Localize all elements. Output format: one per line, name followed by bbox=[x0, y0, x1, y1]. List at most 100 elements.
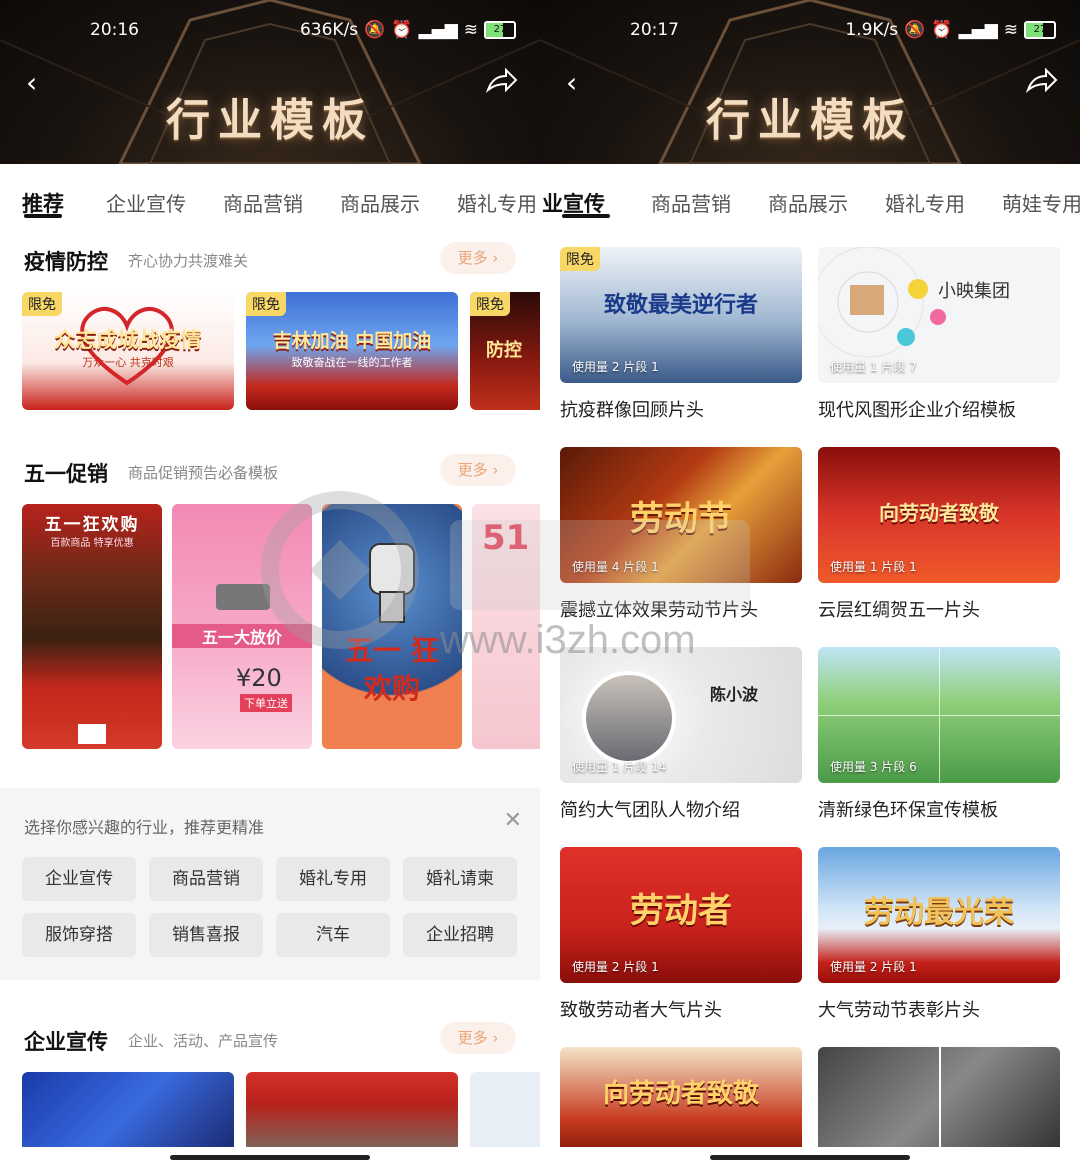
template-card[interactable]: 劳动最光荣 使用量 2 片段 1 bbox=[818, 847, 1060, 983]
interest-chip[interactable]: 企业宣传 bbox=[22, 857, 136, 901]
template-card[interactable] bbox=[470, 1072, 540, 1152]
interest-chip[interactable]: 企业招聘 bbox=[403, 913, 517, 957]
usage-count: 使用量 2 片段 1 bbox=[572, 960, 659, 974]
card-art-text: 劳动节 bbox=[630, 499, 732, 539]
usage-count: 使用量 3 片段 6 bbox=[830, 760, 917, 774]
more-button-mayday[interactable]: 更多 › bbox=[440, 454, 516, 486]
gesture-bar bbox=[540, 1147, 1080, 1169]
interest-chip[interactable]: 汽车 bbox=[276, 913, 390, 957]
template-card[interactable]: 劳动节 使用量 4 片段 1 bbox=[560, 447, 802, 583]
template-card[interactable]: 51 bbox=[472, 504, 540, 749]
template-card[interactable]: 五一 狂欢购 bbox=[322, 504, 462, 749]
status-bar: 20:16 636K/s 🔕 ⏰ ▂▄▆ ≋ 27 bbox=[0, 18, 540, 44]
home-indicator[interactable] bbox=[170, 1155, 370, 1160]
template-card[interactable]: 使用量 3 片段 6 bbox=[818, 647, 1060, 783]
section-subtitle-epidemic: 齐心协力共渡难关 bbox=[128, 252, 249, 270]
interest-chip[interactable]: 婚礼请柬 bbox=[403, 857, 517, 901]
free-badge: 限免 bbox=[560, 247, 600, 271]
template-card[interactable] bbox=[246, 1072, 458, 1152]
template-card[interactable]: 小映集团 使用量 1 片段 7 bbox=[818, 247, 1060, 383]
card-price: ¥20 bbox=[236, 664, 282, 692]
category-tabs: 推荐 企业宣传 商品营销 商品展示 婚礼专用 bbox=[0, 164, 540, 236]
template-title[interactable]: 现代风图形企业介绍模板 bbox=[818, 396, 1016, 422]
tab-wedding[interactable]: 婚礼专用 bbox=[885, 188, 965, 217]
template-card[interactable]: 陈小波 使用量 1 片段 14 bbox=[560, 647, 802, 783]
header-banner: 20:17 1.9K/s 🔕 ⏰ ▂▄▆ ≋ 27 ‹ 行业模板 bbox=[540, 0, 1080, 164]
card-art-text: 向劳动者致敬 bbox=[602, 1079, 759, 1109]
card-art-text: 陈小波 bbox=[710, 685, 759, 704]
gesture-bar bbox=[0, 1147, 540, 1169]
template-card[interactable]: 五一狂欢购 百款商品 特享优惠 bbox=[22, 504, 162, 749]
interest-chip[interactable]: 销售喜报 bbox=[149, 913, 263, 957]
signal-icon: ▂▄▆ bbox=[418, 20, 458, 40]
template-card[interactable]: 限免 致敬最美逆行者 使用量 2 片段 1 bbox=[560, 247, 802, 383]
card-subtitle: 下单立送 bbox=[240, 694, 292, 712]
battery-icon: 27 bbox=[1024, 21, 1056, 39]
usage-count: 使用量 1 片段 1 bbox=[830, 560, 917, 574]
template-card[interactable]: 限免 防控 bbox=[470, 292, 540, 410]
interest-chip[interactable]: 婚礼专用 bbox=[276, 857, 390, 901]
more-button-enterprise[interactable]: 更多 › bbox=[440, 1022, 516, 1054]
template-card[interactable]: 限免 众志成城战疫情 万众一心 共克时艰 bbox=[22, 292, 234, 410]
free-badge: 限免 bbox=[246, 292, 286, 316]
tab-kids[interactable]: 萌娃专用 bbox=[1002, 188, 1080, 217]
interest-chip[interactable]: 服饰穿搭 bbox=[22, 913, 136, 957]
tab-display[interactable]: 商品展示 bbox=[768, 188, 848, 217]
tab-marketing[interactable]: 商品营销 bbox=[651, 188, 731, 217]
template-title[interactable]: 大气劳动节表彰片头 bbox=[818, 996, 980, 1022]
card-subtitle: 致敬奋战在一线的工作者 bbox=[291, 356, 413, 369]
signal-icon: ▂▄▆ bbox=[958, 20, 998, 40]
mute-icon: 🔕 bbox=[364, 20, 386, 40]
template-title[interactable]: 震撼立体效果劳动节片头 bbox=[560, 596, 758, 622]
wifi-icon: ≋ bbox=[463, 20, 478, 40]
template-title[interactable]: 云层红绸贺五一片头 bbox=[818, 596, 980, 622]
template-title[interactable]: 清新绿色环保宣传模板 bbox=[818, 796, 998, 822]
template-card[interactable]: 五一大放价 ¥20 下单立送 bbox=[172, 504, 312, 749]
section-subtitle-enterprise: 企业、活动、产品宣传 bbox=[128, 1032, 279, 1050]
divider bbox=[939, 1047, 941, 1151]
qr-code bbox=[78, 724, 106, 744]
section-title-enterprise: 企业宣传 bbox=[24, 1030, 108, 1054]
template-card[interactable] bbox=[22, 1072, 234, 1152]
template-card[interactable] bbox=[818, 1047, 1060, 1151]
battery-icon: 27 bbox=[484, 21, 516, 39]
section-subtitle-mayday: 商品促销预告必备模板 bbox=[128, 464, 279, 482]
status-time: 20:17 bbox=[630, 20, 679, 40]
usage-count: 使用量 1 片段 14 bbox=[572, 760, 667, 774]
divider bbox=[818, 715, 1060, 716]
interest-hint: 选择你感兴趣的行业，推荐更精准 bbox=[24, 818, 265, 837]
tab-marketing[interactable]: 商品营销 bbox=[223, 188, 303, 217]
template-title[interactable]: 致敬劳动者大气片头 bbox=[560, 996, 722, 1022]
tab-indicator bbox=[562, 214, 610, 218]
close-icon[interactable]: ✕ bbox=[504, 808, 522, 833]
interest-panel: 选择你感兴趣的行业，推荐更精准 ✕ 企业宣传 商品营销 婚礼专用 婚礼请柬 服饰… bbox=[0, 788, 540, 980]
alarm-icon: ⏰ bbox=[391, 20, 413, 40]
avatar bbox=[582, 671, 676, 765]
home-indicator[interactable] bbox=[710, 1155, 910, 1160]
tab-display[interactable]: 商品展示 bbox=[340, 188, 420, 217]
net-speed: 636K/s bbox=[299, 20, 359, 40]
tab-enterprise[interactable]: 企业宣传 bbox=[106, 188, 186, 217]
pouch-art bbox=[216, 584, 270, 610]
header-banner: 20:16 636K/s 🔕 ⏰ ▂▄▆ ≋ 27 ‹ 行业模板 bbox=[0, 0, 540, 164]
more-button-epidemic[interactable]: 更多 › bbox=[440, 242, 516, 274]
template-card[interactable]: 向劳动者致敬 使用量 1 片段 1 bbox=[818, 447, 1060, 583]
interest-chip[interactable]: 商品营销 bbox=[149, 857, 263, 901]
template-card[interactable]: 限免 吉林加油 中国加油 致敬奋战在一线的工作者 bbox=[246, 292, 458, 410]
tab-indicator bbox=[24, 214, 62, 218]
card-art-text: 劳动者 bbox=[630, 891, 732, 931]
right-screen: 20:17 1.9K/s 🔕 ⏰ ▂▄▆ ≋ 27 ‹ 行业模板 业宣传 商品营… bbox=[540, 0, 1080, 1169]
usage-count: 使用量 4 片段 1 bbox=[572, 560, 659, 574]
wifi-icon: ≋ bbox=[1003, 20, 1018, 40]
template-title[interactable]: 抗疫群像回顾片头 bbox=[560, 396, 704, 422]
card-title: 五一大放价 bbox=[172, 624, 312, 648]
card-art-text: 小映集团 bbox=[938, 281, 1010, 302]
usage-count: 使用量 1 片段 7 bbox=[830, 360, 917, 374]
tab-wedding[interactable]: 婚礼专用 bbox=[457, 188, 537, 217]
section-title-epidemic: 疫情防控 bbox=[24, 250, 108, 274]
template-card[interactable]: 劳动者 使用量 2 片段 1 bbox=[560, 847, 802, 983]
template-title[interactable]: 简约大气团队人物介绍 bbox=[560, 796, 740, 822]
free-badge: 限免 bbox=[22, 292, 62, 316]
template-card[interactable]: 向劳动者致敬 bbox=[560, 1047, 802, 1151]
net-speed: 1.9K/s bbox=[845, 20, 899, 40]
